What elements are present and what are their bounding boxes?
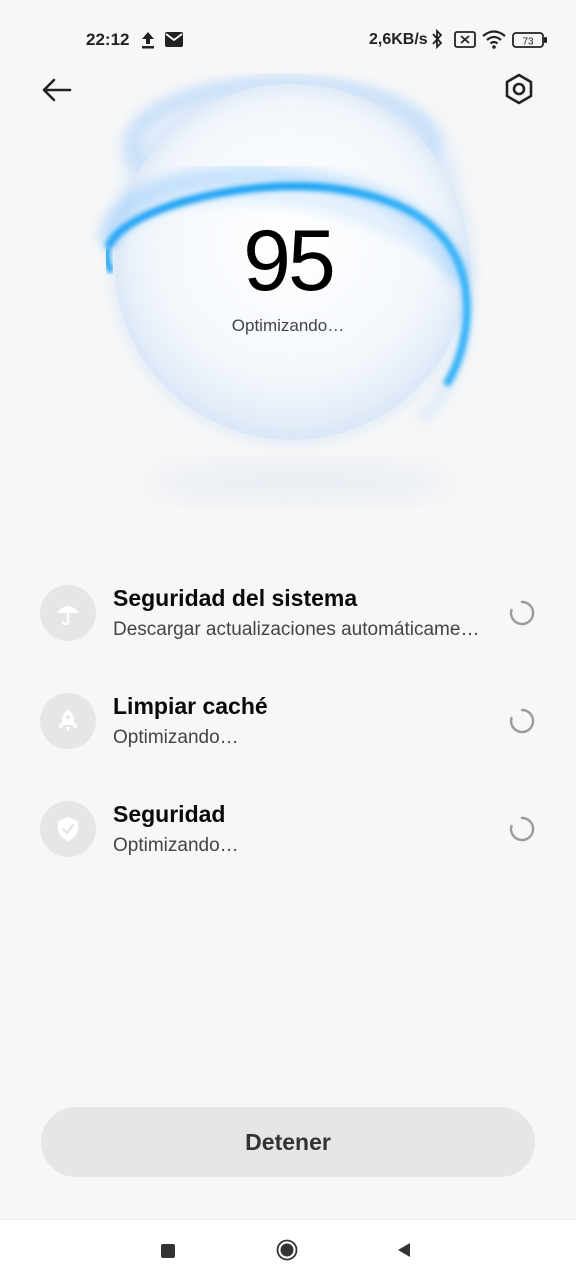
- wifi-icon: [482, 30, 506, 49]
- task-item-clear-cache: Limpiar caché Optimizando…: [40, 679, 540, 769]
- rocket-icon: [40, 693, 96, 749]
- loading-spinner-icon: [509, 600, 535, 626]
- network-speed: 2,6KB/s: [369, 31, 428, 48]
- no-sim-icon: [454, 31, 476, 48]
- optimization-score: 95: [243, 213, 336, 309]
- task-item-system-security: Seguridad del sistema Descargar actualiz…: [40, 571, 540, 661]
- mail-icon: [165, 32, 183, 47]
- stop-button[interactable]: Detener: [41, 1107, 535, 1177]
- umbrella-icon: [40, 585, 96, 641]
- loading-spinner-icon: [509, 816, 535, 842]
- settings-hexagon-icon[interactable]: [500, 70, 538, 108]
- task-title: Seguridad: [113, 801, 226, 827]
- task-title: Seguridad del sistema: [113, 585, 358, 611]
- status-bar: 22:12 2,6KB/s 73: [0, 0, 576, 80]
- home-icon[interactable]: [276, 1239, 298, 1261]
- score-orb: [0, 70, 576, 560]
- back-triangle-icon[interactable]: [396, 1241, 412, 1259]
- score-status: Optimizando…: [231, 316, 345, 335]
- loading-spinner-icon: [509, 708, 535, 734]
- task-title: Limpiar caché: [113, 693, 268, 719]
- status-time: 22:12: [86, 30, 130, 49]
- task-subtitle: Optimizando…: [113, 727, 239, 748]
- back-arrow-icon[interactable]: [38, 72, 76, 108]
- navigation-bar: [0, 1219, 576, 1281]
- task-item-security: Seguridad Optimizando…: [40, 787, 540, 877]
- task-subtitle: Optimizando…: [113, 835, 239, 856]
- bluetooth-icon: [432, 28, 443, 50]
- battery-level: 73: [522, 37, 534, 48]
- task-subtitle: Descargar actualizaciones automáticame…: [113, 619, 480, 640]
- shield-check-icon: [40, 801, 96, 857]
- battery-icon: 73: [512, 32, 547, 48]
- recent-apps-icon[interactable]: [161, 1244, 175, 1258]
- upload-icon: [142, 32, 154, 49]
